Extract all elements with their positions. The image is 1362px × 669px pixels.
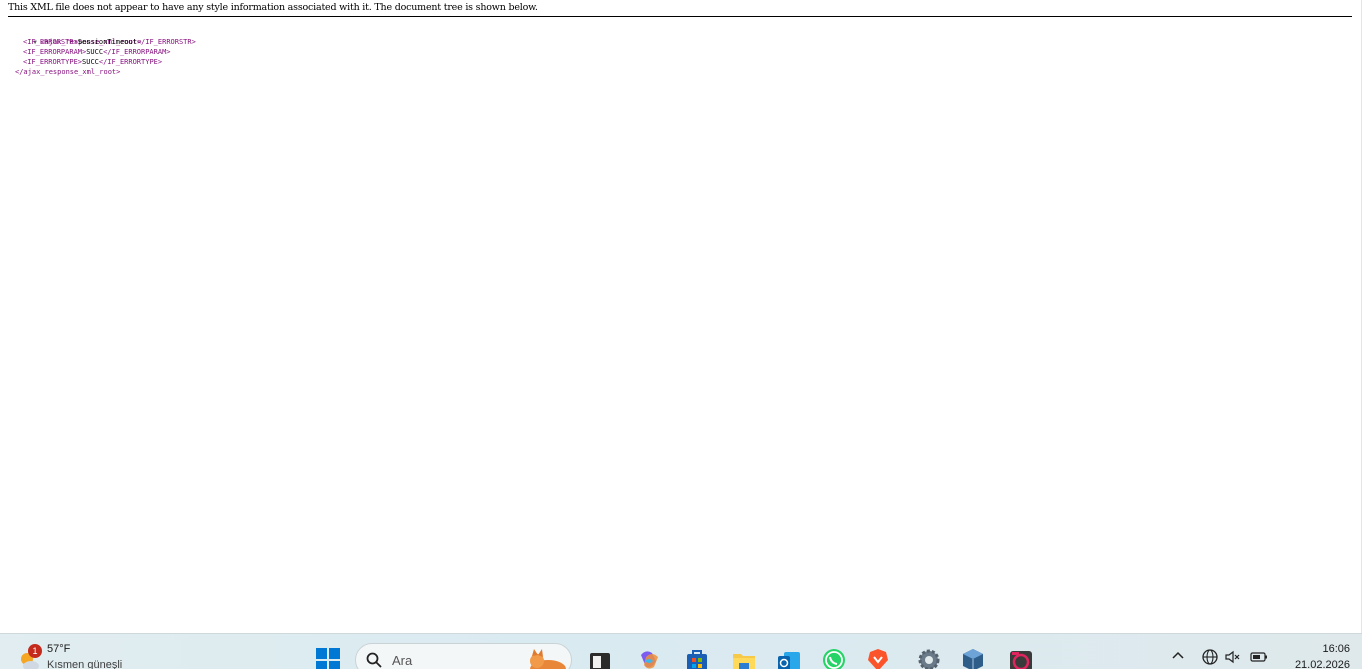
xml-node-value: SessionTimeout	[77, 38, 137, 46]
xml-root-open-line[interactable]: ▼ <ajax_response_xml_root>	[8, 27, 196, 46]
taskbar: 1 57°F Kısmen güneşli Ara 16:06 21.02.20…	[0, 633, 1362, 669]
xml-node-value: SUCC	[82, 58, 99, 66]
xml-node-close-tag: </IF_ERRORPARAM>	[103, 48, 171, 56]
microsoft-store-icon[interactable]	[684, 647, 710, 669]
weather-widget[interactable]: 1 57°F Kısmen güneşli	[14, 640, 144, 669]
xml-root-close-line: </ajax_response_xml_root>	[8, 67, 196, 77]
sniper-app-icon[interactable]	[1008, 647, 1034, 669]
windows-start-icon[interactable]	[316, 648, 340, 669]
xml-node-value: SUCC	[86, 48, 104, 56]
xml-node-line: <IF_ERRORSTR>SessionTimeout</IF_ERRORSTR…	[8, 37, 196, 47]
brave-browser-icon[interactable]	[865, 647, 891, 669]
clock-time[interactable]: 16:06	[1300, 643, 1350, 655]
xml-node-line: <IF_ERRORPARAM>SUCC</IF_ERRORPARAM>	[8, 47, 196, 57]
network-globe-icon[interactable]	[1201, 648, 1219, 666]
search-placeholder: Ara	[392, 653, 413, 668]
settings-gear-icon[interactable]	[916, 647, 942, 669]
notification-badge: 1	[28, 644, 42, 658]
copilot-icon[interactable]	[636, 647, 662, 669]
outlook-icon[interactable]	[776, 647, 802, 669]
browser-page: This XML file does not appear to have an…	[0, 0, 1362, 633]
xml-node-open-tag: <IF_ERRORPARAM>	[23, 48, 87, 56]
xml-tree: ▼ <ajax_response_xml_root> <IF_ERRORSTR>S…	[8, 27, 196, 77]
weather-temperature: 57°F	[47, 643, 71, 655]
xml-style-notice: This XML file does not appear to have an…	[8, 1, 1352, 17]
search-highlight-fox-icon	[530, 649, 566, 669]
clock-date[interactable]: 21.02.2026	[1280, 659, 1350, 669]
xml-node-close-tag: </IF_ERRORSTR>	[136, 38, 196, 46]
speaker-muted-icon[interactable]	[1224, 648, 1242, 666]
file-explorer-icon[interactable]	[731, 647, 757, 669]
xml-node-close-tag: </IF_ERRORTYPE>	[98, 58, 163, 66]
xml-node-open-tag: <IF_ERRORSTR>	[23, 38, 78, 46]
chevron-up-icon[interactable]	[1171, 650, 1185, 660]
virtualbox-icon[interactable]	[960, 647, 986, 669]
search-icon	[366, 652, 382, 668]
task-view-icon[interactable]	[587, 647, 613, 669]
xml-root-close-tag: </ajax_response_xml_root>	[15, 68, 121, 76]
whatsapp-icon[interactable]	[821, 647, 847, 669]
weather-description: Kısmen güneşli	[47, 659, 123, 669]
xml-node-line: <IF_ERRORTYPE>SUCC</IF_ERRORTYPE>	[8, 57, 196, 67]
xml-node-open-tag: <IF_ERRORTYPE>	[23, 58, 83, 66]
battery-icon[interactable]	[1250, 648, 1268, 666]
taskbar-search[interactable]: Ara	[355, 643, 572, 669]
